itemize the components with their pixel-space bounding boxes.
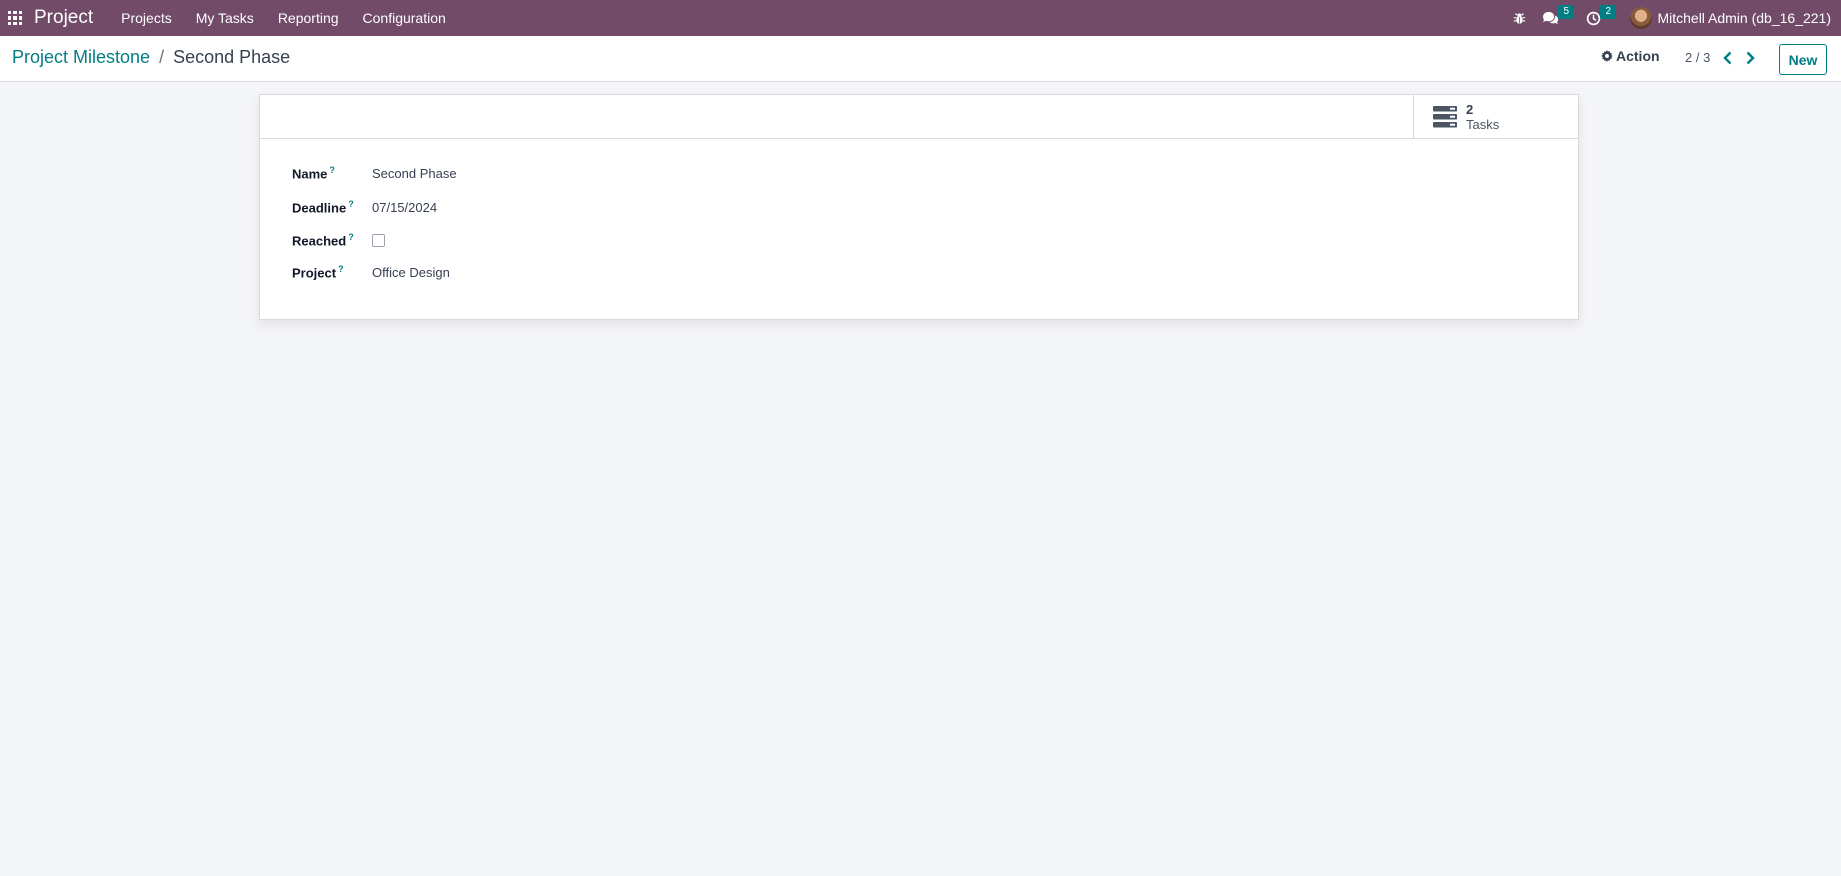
name-field[interactable]: Second Phase <box>372 166 457 181</box>
messaging-button[interactable]: 5 <box>1534 0 1578 36</box>
reached-checkbox[interactable] <box>372 233 385 247</box>
breadcrumb: Project Milestone / Second Phase <box>12 47 290 68</box>
project-field[interactable]: Office Design <box>372 265 450 280</box>
field-row-project: Project? Office Design <box>292 262 450 282</box>
field-label-project: Project? <box>292 264 372 280</box>
name-label-text: Name <box>292 166 328 182</box>
deadline-label-text: Deadline <box>292 200 347 216</box>
breadcrumb-project-milestone[interactable]: Project Milestone <box>12 47 150 68</box>
pager-value[interactable]: 2 / 3 <box>1685 50 1710 65</box>
avatar <box>1630 7 1653 29</box>
menu-projects[interactable]: Projects <box>109 0 184 36</box>
gear-icon <box>1601 50 1613 62</box>
help-tooltip-icon[interactable]: ? <box>329 165 335 175</box>
app-name[interactable]: Project <box>34 7 93 29</box>
menu-reporting[interactable]: Reporting <box>266 0 351 36</box>
tasks-label: Tasks <box>1466 117 1500 132</box>
field-label-deadline: Deadline? <box>292 199 372 215</box>
apps-menu-button[interactable] <box>0 0 30 36</box>
main-navbar: Project Projects My Tasks Reporting Conf… <box>0 0 1841 36</box>
chat-icon <box>1542 11 1559 25</box>
new-button[interactable]: New <box>1779 44 1827 75</box>
activities-badge: 2 <box>1600 5 1617 19</box>
field-row-reached: Reached? <box>292 230 385 250</box>
deadline-field[interactable]: 07/15/2024 <box>372 200 437 215</box>
chevron-left-icon <box>1723 51 1732 65</box>
tasks-smart-button[interactable]: 2 Tasks <box>1413 95 1578 139</box>
pager-next-button[interactable] <box>1742 49 1758 67</box>
messages-badge: 5 <box>1558 5 1575 19</box>
activities-button[interactable]: 2 <box>1578 0 1622 36</box>
menu-my-tasks[interactable]: My Tasks <box>184 0 266 36</box>
bug-icon <box>1513 12 1526 24</box>
user-name: Mitchell Admin (db_16_221) <box>1657 10 1831 26</box>
chevron-right-icon <box>1746 51 1755 65</box>
breadcrumb-separator: / <box>159 47 165 67</box>
field-row-deadline: Deadline? 07/15/2024 <box>292 197 437 217</box>
form-sheet: 2 Tasks Name? Second Phase Deadline? 07/… <box>259 94 1579 320</box>
control-panel: Project Milestone / Second Phase Action … <box>0 36 1841 82</box>
project-label-text: Project <box>292 265 337 281</box>
breadcrumb-current: Second Phase <box>173 47 291 67</box>
clock-icon <box>1586 11 1601 25</box>
debug-button[interactable] <box>1504 0 1534 36</box>
help-tooltip-icon[interactable]: ? <box>348 199 354 209</box>
field-label-reached: Reached? <box>292 232 372 248</box>
menu-configuration[interactable]: Configuration <box>351 0 458 36</box>
pager-previous-button[interactable] <box>1720 49 1736 67</box>
action-label: Action <box>1616 48 1660 64</box>
field-label-name: Name? <box>292 165 372 181</box>
reached-label-text: Reached <box>292 233 347 249</box>
action-button[interactable]: Action <box>1601 48 1660 64</box>
tasks-count: 2 <box>1466 102 1474 117</box>
smart-button-text: 2 Tasks <box>1466 102 1499 132</box>
user-menu[interactable]: Mitchell Admin (db_16_221) <box>1622 0 1841 36</box>
help-tooltip-icon[interactable]: ? <box>338 264 344 274</box>
tasks-list-icon <box>1433 106 1457 128</box>
help-tooltip-icon[interactable]: ? <box>348 232 354 242</box>
apps-grid-icon <box>7 10 23 26</box>
field-row-name: Name? Second Phase <box>292 163 457 183</box>
button-box: 2 Tasks <box>260 95 1578 139</box>
